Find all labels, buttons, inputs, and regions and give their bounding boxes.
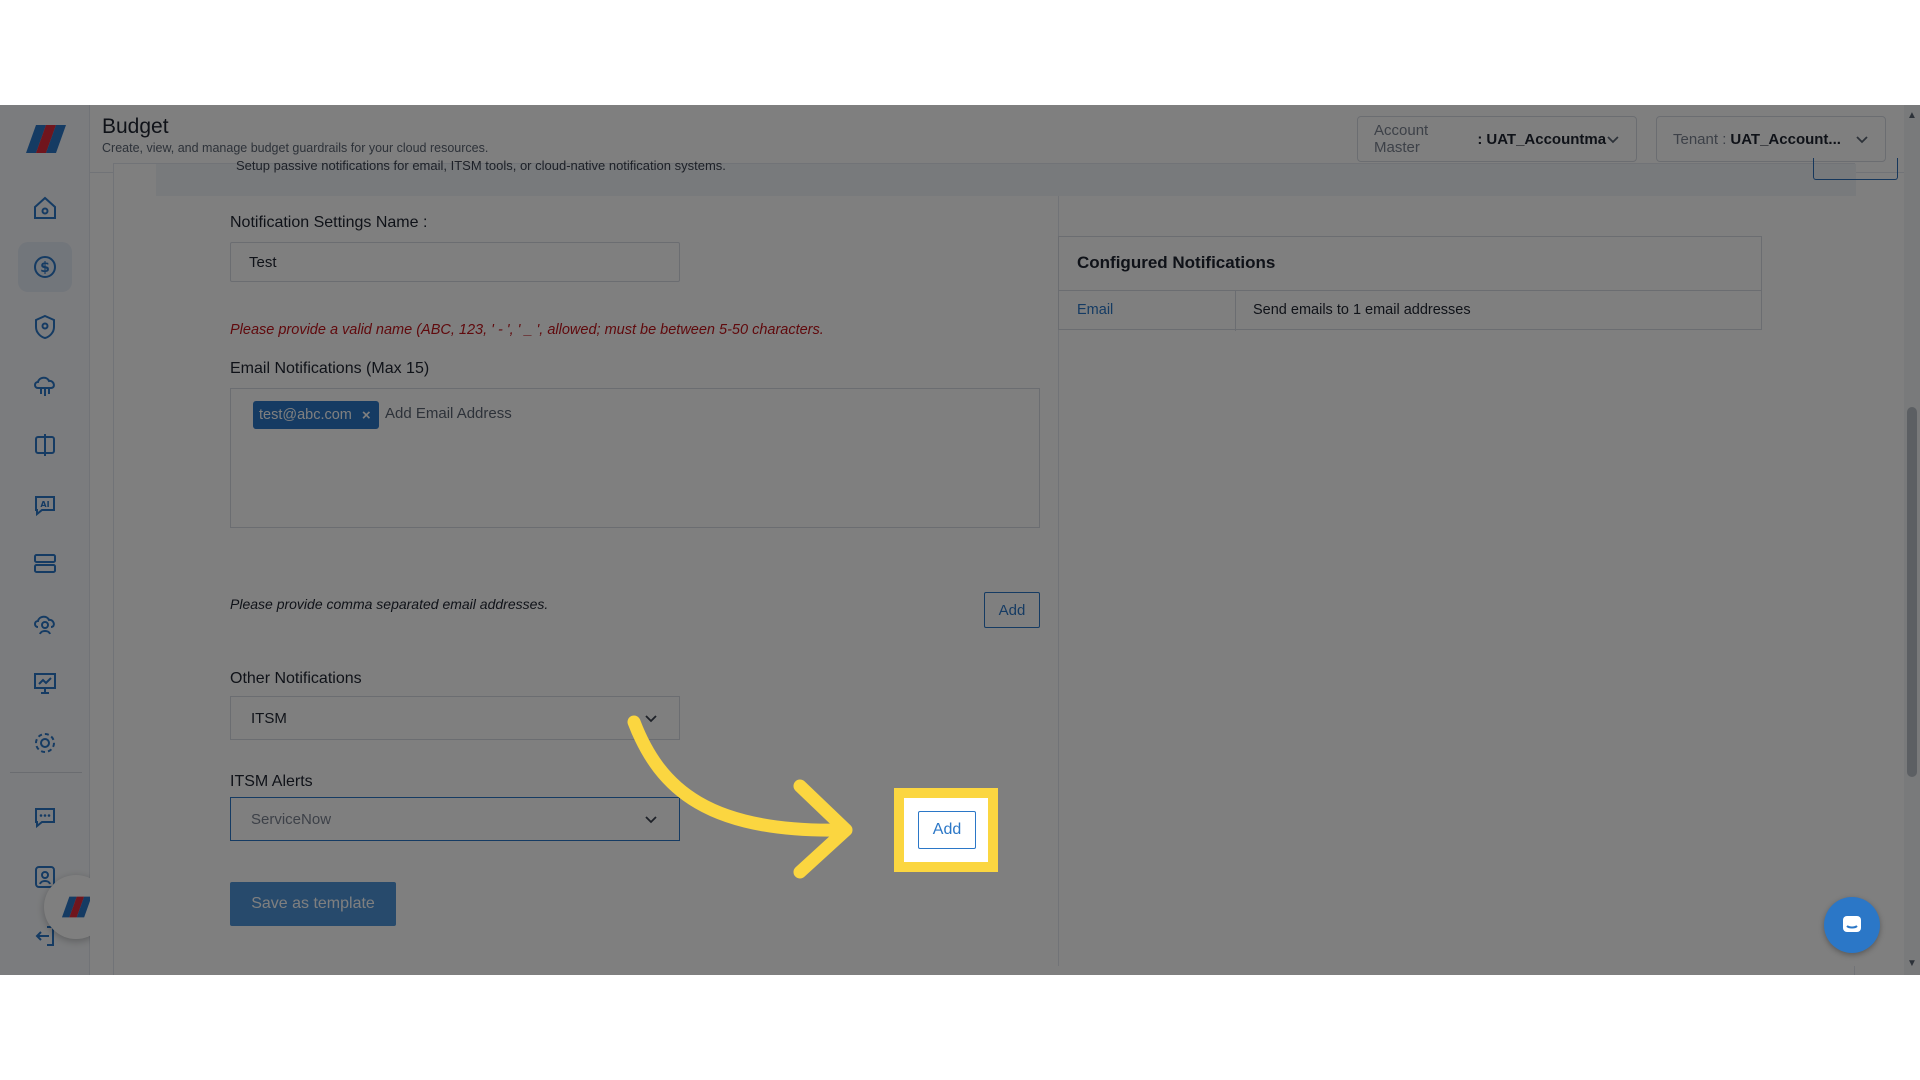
sidebar-item-budget[interactable]: $	[18, 242, 72, 292]
email-notifications-label: Email Notifications (Max 15)	[230, 360, 430, 377]
account-master-value: UAT_Accountma	[1486, 130, 1607, 148]
pointer-arrow	[627, 715, 853, 879]
notification-section-header: Setup passive notifications for email, I…	[156, 158, 1898, 196]
account-master-select[interactable]: Account Master: UAT_Accountma	[1357, 116, 1637, 162]
notification-name-label: Notification Settings Name :	[230, 214, 428, 231]
chip-remove-icon[interactable]: ×	[362, 407, 371, 424]
sidebar-item-ai[interactable]: AI	[18, 480, 72, 530]
tenant-select[interactable]: Tenant : UAT_Account...	[1656, 116, 1886, 162]
svg-text:$: $	[40, 260, 50, 276]
ai-chat-icon: AI	[35, 496, 55, 517]
sidebar-item-security[interactable]	[18, 302, 72, 352]
save-as-template-button[interactable]: Save as template	[230, 882, 396, 926]
notification-type[interactable]: Email	[1077, 302, 1113, 318]
presentation-icon	[34, 673, 56, 694]
scrollbar[interactable]: ▲ ▼	[1904, 105, 1920, 975]
add-itsm-button[interactable]: Add	[918, 811, 976, 849]
page-title: Budget	[102, 115, 169, 138]
server-icon	[34, 554, 56, 573]
itsm-alerts-value: ServiceNow	[251, 810, 332, 828]
other-notifications-value: ITSM	[251, 709, 287, 727]
account-master-label: Account Master	[1374, 122, 1429, 156]
name-error-message: Please provide a valid name (ABC, 123, '…	[230, 322, 824, 338]
scroll-up-arrow[interactable]: ▲	[1907, 111, 1917, 121]
notification-section-description: Setup passive notifications for email, I…	[236, 158, 726, 173]
chevron-down-icon	[1607, 136, 1619, 144]
configured-notifications-title: Configured Notifications	[1077, 253, 1276, 272]
sidebar: $ AI	[0, 105, 120, 975]
other-notifications-select[interactable]: ITSM	[230, 696, 680, 740]
itsm-alerts-label: ITSM Alerts	[230, 773, 313, 790]
home-icon	[34, 196, 56, 219]
scroll-down-arrow[interactable]: ▼	[1907, 959, 1917, 969]
cell-divider	[1235, 291, 1236, 331]
compare-icon	[35, 434, 55, 456]
chat-bubble-icon	[35, 808, 55, 829]
section-header-button[interactable]	[1813, 158, 1898, 180]
notification-description: Send emails to 1 email addresses	[1253, 302, 1471, 318]
notification-name-input[interactable]: Test	[230, 242, 680, 282]
sidebar-item-cloud[interactable]	[18, 361, 72, 411]
other-notifications-label: Other Notifications	[230, 670, 362, 687]
itsm-alerts-select[interactable]: ServiceNow	[230, 797, 680, 841]
account-master-separator: :	[1477, 130, 1483, 148]
sidebar-item-reports[interactable]	[18, 658, 72, 708]
tenant-label: Tenant :	[1673, 130, 1727, 148]
scroll-thumb[interactable]	[1907, 407, 1917, 777]
sidebar-divider	[10, 772, 82, 773]
chat-icon	[1843, 916, 1861, 932]
notification-form: Notification Settings Name : Test Please…	[156, 196, 1856, 966]
table-row: Email Send emails to 1 email addresses	[1059, 290, 1761, 331]
sidebar-item-feedback[interactable]	[18, 792, 72, 842]
chevron-down-icon	[1856, 136, 1868, 144]
tenant-value: UAT_Account...	[1730, 130, 1841, 148]
email-chip: test@abc.com ×	[253, 401, 379, 429]
brand-logo-small	[61, 896, 92, 918]
email-input-box[interactable]: test@abc.com × Add Email Address	[230, 388, 1040, 528]
gear-icon	[35, 733, 55, 753]
add-email-button[interactable]: Add	[984, 592, 1040, 628]
sidebar-item-servers[interactable]	[18, 539, 72, 589]
sidebar-item-settings[interactable]	[18, 718, 72, 768]
sidebar-item-cloud-ops[interactable]	[18, 599, 72, 649]
email-hint: Please provide comma separated email add…	[230, 596, 549, 612]
sidebar-item-compare[interactable]	[18, 420, 72, 470]
page-subtitle: Create, view, and manage budget guardrai…	[102, 141, 489, 155]
svg-text:AI: AI	[40, 500, 49, 509]
email-input-placeholder[interactable]: Add Email Address	[385, 405, 512, 422]
shield-icon	[35, 314, 55, 340]
email-chip-text: test@abc.com	[259, 407, 352, 423]
chat-launcher-button[interactable]	[1824, 897, 1880, 953]
dollar-icon: $	[34, 256, 56, 278]
cloud-network-icon	[34, 376, 55, 396]
brand-logo[interactable]	[22, 123, 68, 155]
sidebar-item-home[interactable]	[18, 183, 72, 233]
cloud-user-icon	[34, 615, 55, 635]
configured-notifications-card: Configured Notifications Email Send emai…	[1058, 236, 1762, 331]
